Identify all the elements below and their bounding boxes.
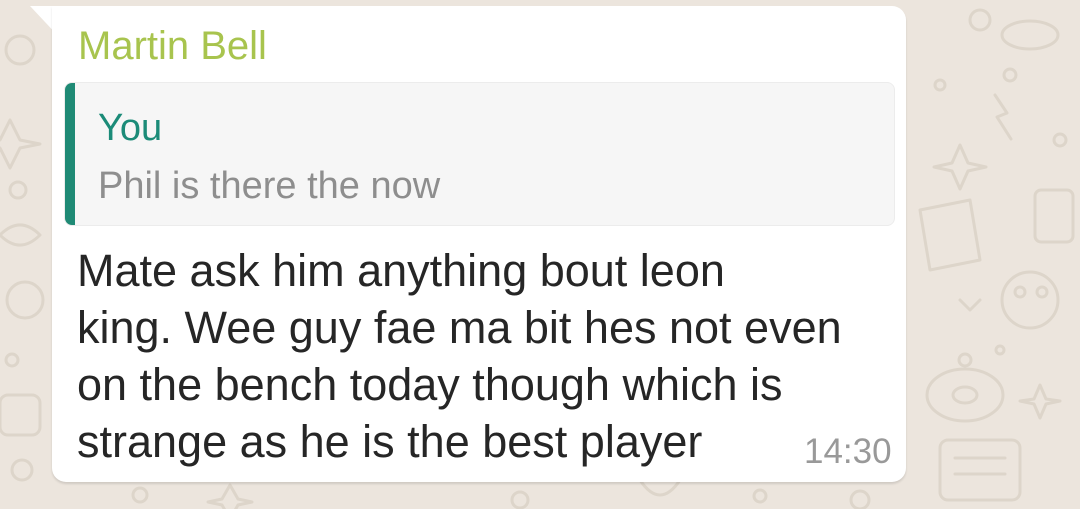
- quoted-reply[interactable]: You Phil is there the now: [64, 82, 895, 226]
- quoted-text: Phil is there the now: [98, 165, 441, 207]
- message-bubble[interactable]: Martin Bell You Phil is there the now Ma…: [52, 6, 906, 482]
- quoted-author: You: [98, 107, 163, 149]
- quote-accent-bar: [65, 83, 75, 225]
- message-timestamp: 14:30: [804, 432, 892, 471]
- sender-name[interactable]: Martin Bell: [78, 24, 267, 68]
- message-text: Mate ask him anything bout leon king. We…: [77, 245, 842, 467]
